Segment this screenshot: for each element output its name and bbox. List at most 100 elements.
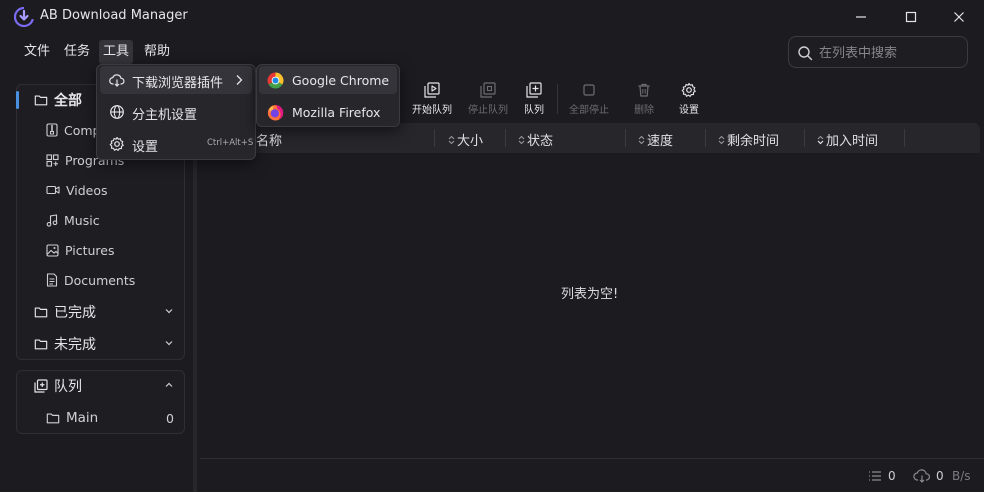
music-icon [46, 213, 58, 227]
start-queue-icon [424, 82, 440, 98]
sidebar-item-label: 队列 [54, 379, 82, 395]
column-separator[interactable] [625, 129, 626, 147]
column-date-added[interactable]: 加入时间 [817, 130, 878, 149]
sidebar-item-all[interactable]: 全部 [34, 90, 82, 110]
menu-help[interactable]: 帮助 [140, 40, 174, 64]
compressed-icon [46, 123, 58, 137]
toolbar-label: 队列 [524, 105, 544, 116]
stop-icon [583, 84, 595, 96]
queue-button[interactable]: 队列 [506, 82, 562, 118]
sort-icon [718, 135, 725, 144]
status-bar [200, 458, 984, 492]
queue-icon [526, 82, 542, 98]
column-separator[interactable] [904, 129, 905, 147]
sort-icon [448, 135, 455, 144]
sidebar-item-label: 未完成 [54, 337, 96, 353]
menu-item-settings[interactable]: 设置 Ctrl+Alt+S [100, 130, 254, 158]
start-queue-button[interactable]: 开始队列 [404, 82, 460, 118]
menu-item-label: Google Chrome [292, 73, 390, 88]
sidebar-item-label: Pictures [65, 242, 115, 258]
column-size[interactable]: 大小 [448, 130, 483, 149]
sort-icon [518, 135, 525, 144]
sidebar-item-label: Videos [66, 182, 108, 198]
sidebar-queues-header[interactable]: 队列 [34, 376, 82, 396]
minimize-button[interactable] [838, 3, 884, 31]
column-separator[interactable] [434, 129, 435, 147]
video-icon [46, 185, 60, 195]
column-speed[interactable]: 速度 [638, 130, 673, 149]
sidebar-item-finished[interactable]: 已完成 [34, 302, 96, 322]
stop-all-button[interactable]: 全部停止 [561, 82, 617, 118]
column-separator[interactable] [804, 129, 805, 147]
app-logo-icon [14, 7, 34, 27]
chevron-down-icon[interactable] [164, 338, 174, 348]
trash-icon [638, 83, 650, 97]
column-time-left[interactable]: 剩余时间 [718, 130, 779, 149]
sidebar-item-label: 已完成 [54, 305, 96, 321]
column-name[interactable]: 名称 [256, 130, 282, 149]
menu-item-google-chrome[interactable]: Google Chrome [259, 66, 397, 94]
menu-task[interactable]: 任务 [60, 40, 94, 64]
chevron-up-icon[interactable] [164, 380, 174, 390]
maximize-icon [905, 11, 917, 23]
gear-icon [109, 136, 124, 151]
sidebar-queue-main[interactable]: Main [46, 408, 98, 428]
folder-icon [34, 339, 48, 350]
sidebar-item-documents[interactable]: Documents [46, 270, 135, 290]
gear-icon [681, 82, 696, 97]
window-title: AB Download Manager [40, 8, 188, 23]
chevron-down-icon[interactable] [164, 306, 174, 316]
menu-item-label: 分主机设置 [132, 108, 198, 123]
menu-item-host-settings[interactable]: 分主机设置 [100, 98, 252, 126]
chrome-icon [267, 72, 284, 89]
toolbar-label: 全部停止 [569, 105, 609, 116]
sort-desc-icon [817, 135, 824, 144]
column-separator[interactable] [505, 129, 506, 147]
column-status[interactable]: 状态 [518, 130, 553, 149]
menu-item-label: Mozilla Firefox [292, 105, 381, 120]
sidebar-item-label: 全部 [54, 93, 82, 109]
folder-icon [46, 413, 60, 424]
globe-icon [110, 105, 124, 119]
maximize-button[interactable] [888, 3, 934, 31]
menu-item-label: 下载浏览器插件 [132, 76, 224, 91]
toolbar-label: 开始队列 [412, 105, 452, 116]
toolbar-label: 设置 [679, 105, 699, 116]
download-speed-icon [913, 469, 931, 483]
menu-item-label: 设置 [132, 140, 159, 155]
menu-item-mozilla-firefox[interactable]: Mozilla Firefox [259, 98, 397, 126]
active-download-count: 0 [888, 469, 896, 483]
toolbar-label: 删除 [634, 105, 654, 116]
sidebar-item-pictures[interactable]: Pictures [46, 240, 115, 260]
close-icon [954, 12, 964, 22]
sidebar-item-label: Main [66, 410, 99, 426]
minimize-icon [856, 16, 866, 18]
sort-icon [638, 135, 645, 144]
menu-item-browser-plugins[interactable]: 下载浏览器插件 [100, 66, 252, 94]
folder-icon [34, 307, 48, 318]
close-button[interactable] [936, 3, 982, 31]
folder-icon [34, 95, 48, 106]
download-speed-value: 0 [936, 469, 944, 483]
search-input[interactable] [819, 43, 959, 63]
search-box[interactable] [788, 36, 968, 68]
menu-file[interactable]: 文件 [20, 40, 54, 64]
cloud-download-icon [109, 74, 125, 87]
firefox-icon [267, 105, 284, 121]
menu-tools[interactable]: 工具 [99, 40, 133, 64]
settings-button[interactable]: 设置 [661, 82, 717, 118]
queue-icon [34, 379, 48, 393]
download-speed-unit: B/s [952, 469, 971, 483]
sidebar-item-compressed[interactable]: Comp [46, 120, 101, 140]
active-indicator [16, 91, 19, 109]
document-icon [46, 273, 58, 287]
sidebar-item-music[interactable]: Music [46, 210, 100, 230]
sidebar-item-unfinished[interactable]: 未完成 [34, 334, 96, 354]
sidebar-item-label: Documents [64, 272, 136, 288]
stop-queue-icon [480, 82, 496, 98]
list-icon [868, 470, 882, 482]
sidebar-item-videos[interactable]: Videos [46, 180, 108, 200]
keyboard-shortcut: Ctrl+Alt+S [207, 138, 254, 148]
column-separator[interactable] [705, 129, 706, 147]
search-icon [798, 46, 813, 61]
